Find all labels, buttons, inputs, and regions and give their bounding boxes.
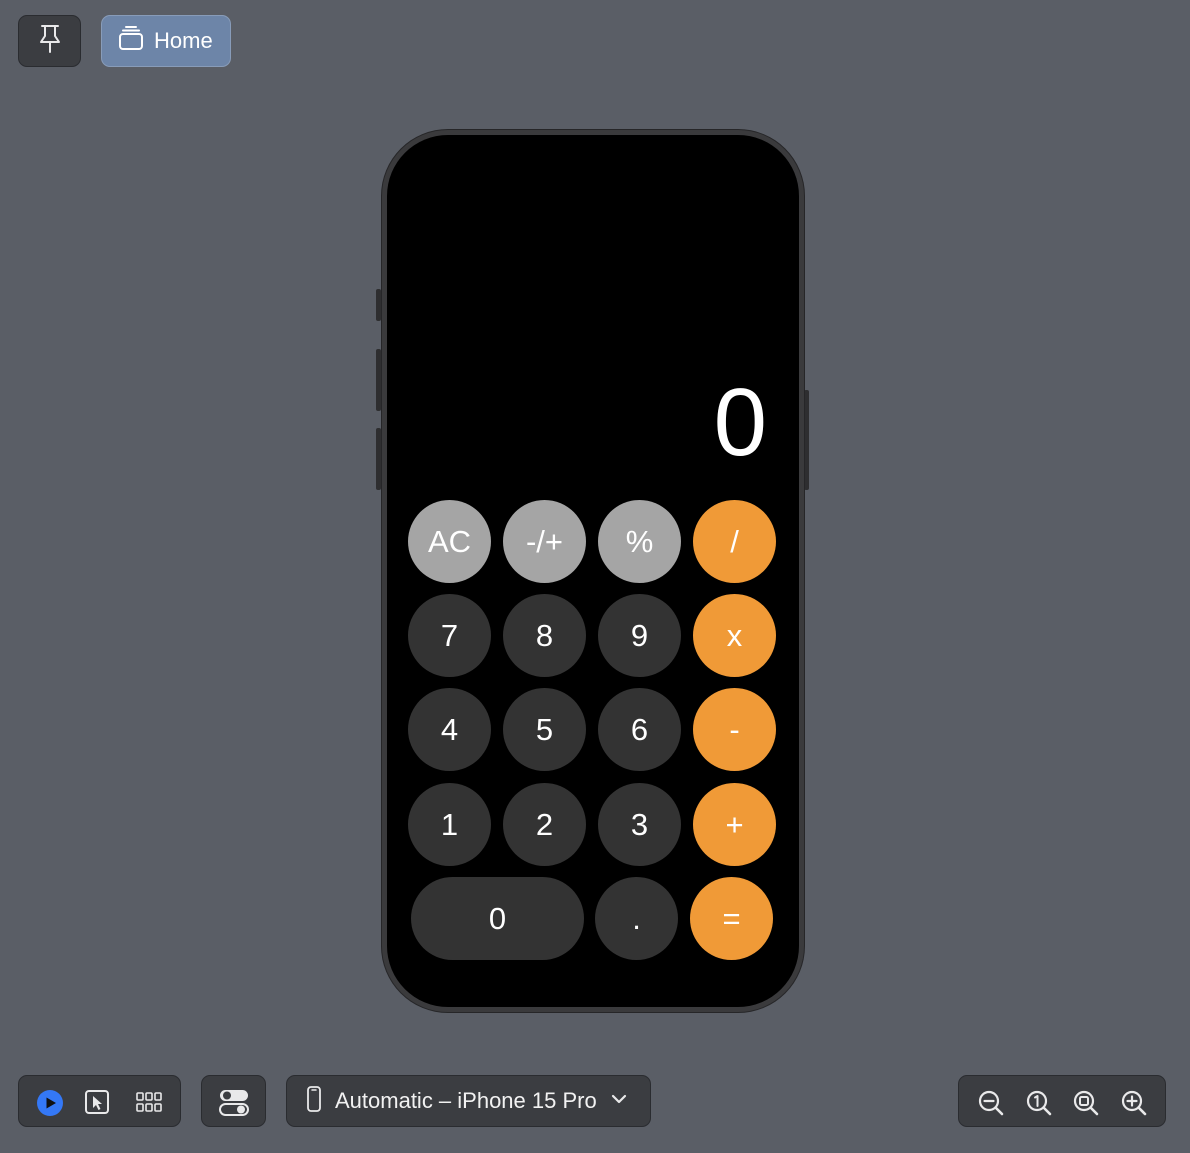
preview-mode-controls [18,1075,181,1127]
pin-icon [38,24,62,59]
calculator-display: 0 [713,369,767,476]
device-action-button [376,289,381,321]
key-button[interactable]: + [693,783,776,866]
chevron-down-icon [611,1092,627,1110]
key-button[interactable]: -/+ [503,500,586,583]
key-button[interactable]: 0 [411,877,584,960]
key-button[interactable]: - [693,688,776,771]
selectable-icon[interactable] [84,1089,110,1115]
device-picker-label: Automatic – iPhone 15 Pro [335,1088,597,1113]
live-preview-icon[interactable] [36,1089,64,1117]
key-button[interactable]: 4 [408,688,491,771]
key-button[interactable]: / [693,500,776,583]
key-button[interactable]: 3 [598,783,681,866]
device-screen: 0 AC -/+%/ 7 8 9 x 4 5 6- 1 2 3 +0. = [387,135,799,1007]
zoom-actual-icon[interactable] [1025,1089,1053,1117]
key-button[interactable]: . [595,877,678,960]
device-settings-icon [218,1088,250,1116]
home-preview-tab[interactable]: Home [101,15,231,67]
device-power-button [804,390,809,490]
key-button[interactable]: x [693,594,776,677]
pin-button[interactable] [18,15,81,67]
device-volume-up [376,349,381,411]
key-button[interactable]: % [598,500,681,583]
iphone-device-frame: 0 AC -/+%/ 7 8 9 x 4 5 6- 1 2 3 +0. = [382,130,804,1012]
variants-grid-icon[interactable] [136,1091,162,1113]
key-button[interactable]: 2 [503,783,586,866]
iphone-icon [307,1085,321,1117]
key-button[interactable]: 5 [503,688,586,771]
key-button[interactable]: 9 [598,594,681,677]
stack-icon [118,25,144,57]
zoom-controls [958,1075,1166,1127]
key-button[interactable]: 1 [408,783,491,866]
device-volume-down [376,428,381,490]
key-button[interactable]: 8 [503,594,586,677]
zoom-fit-icon[interactable] [1072,1089,1100,1117]
key-button[interactable]: AC [408,500,491,583]
zoom-in-icon[interactable] [1120,1089,1148,1117]
key-button[interactable]: 6 [598,688,681,771]
key-button[interactable]: 7 [408,594,491,677]
zoom-out-icon[interactable] [977,1089,1005,1117]
device-picker[interactable]: Automatic – iPhone 15 Pro [286,1075,651,1127]
device-settings-button[interactable] [201,1075,266,1127]
xcode-preview-canvas: Home 0 AC-/+%/ 789x 456- 123+0.= [0,0,1190,1153]
home-tab-label: Home [154,28,213,53]
key-button[interactable]: = [690,877,773,960]
